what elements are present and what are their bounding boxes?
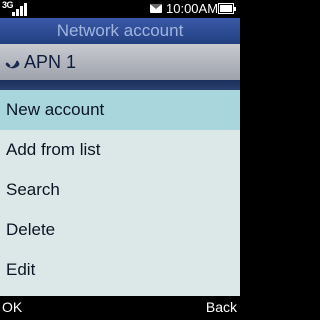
battery-icon [218,3,236,14]
menu-item-edit[interactable]: Edit [0,250,240,290]
softkey-bar: OK Back [0,296,240,320]
signal-icon [12,3,28,16]
menu-item-add-from-list[interactable]: Add from list [0,130,240,170]
page-title: Network account [0,18,240,44]
options-menu: New account Add from list Search Delete … [0,90,240,296]
menu-item-delete[interactable]: Delete [0,210,240,250]
message-icon [150,4,162,13]
ok-softkey[interactable]: OK [2,296,22,318]
status-bar: 3G 10:00AM [0,0,240,18]
phone-handset-icon [5,60,20,69]
back-softkey[interactable]: Back [206,296,237,318]
phone-screen: 3G 10:00AM Network account APN 1 New acc… [0,0,240,320]
menu-item-search[interactable]: Search [0,170,240,210]
header-divider [0,80,240,90]
account-name: APN 1 [24,52,77,72]
clock: 10:00AM [166,1,219,16]
menu-item-new-account[interactable]: New account [0,90,240,130]
battery-fill [220,5,232,12]
account-header: APN 1 [0,44,240,80]
